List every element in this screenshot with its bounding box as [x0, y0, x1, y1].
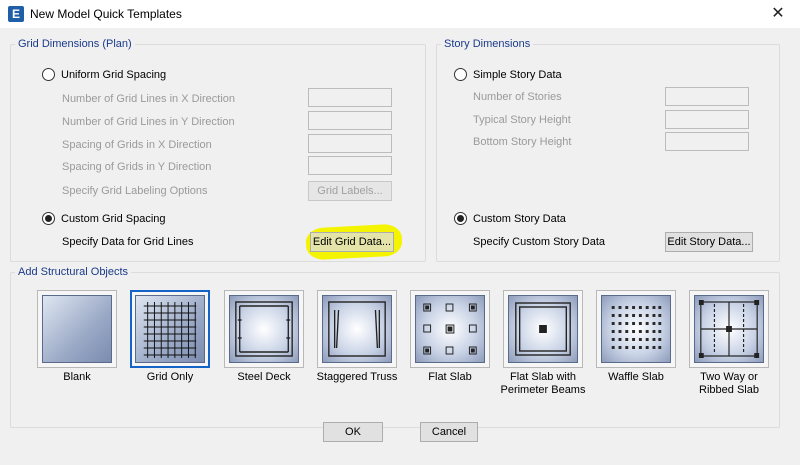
template-tile-flat-slab[interactable]	[410, 290, 490, 368]
close-icon[interactable]: ✕	[756, 0, 800, 28]
dialog-body: Grid Dimensions (Plan) Uniform Grid Spac…	[0, 28, 800, 465]
grid-spacing-y-label: Spacing of Grids in Y Direction	[62, 161, 212, 173]
structural-objects-legend: Add Structural Objects	[18, 266, 129, 278]
grid-lines-y-label: Number of Grid Lines in Y Direction	[62, 116, 235, 128]
grid-spacing-x-field[interactable]	[308, 134, 392, 153]
template-label-steel-deck: Steel Deck	[237, 371, 291, 383]
template-tile-waffle-slab[interactable]	[596, 290, 676, 368]
steel-deck-template-icon	[229, 295, 299, 363]
radio-button[interactable]	[42, 68, 55, 81]
blank-template-icon	[42, 295, 112, 363]
radio-button[interactable]	[454, 68, 467, 81]
template-tile-grid-only[interactable]	[130, 290, 210, 368]
template-label-flat-slab-perimeter-beams: Flat Slab with Perimeter Beams	[500, 371, 586, 396]
grid-lines-y-field[interactable]	[308, 111, 392, 130]
radio-button[interactable]	[42, 212, 55, 225]
bottom-story-height-field[interactable]	[665, 132, 749, 151]
grid-only-template-icon	[135, 295, 205, 363]
custom-story-data-label: Custom Story Data	[473, 212, 566, 225]
template-tile-staggered-truss[interactable]	[317, 290, 397, 368]
number-of-stories-field[interactable]	[665, 87, 749, 106]
flat-slab-template-icon	[415, 295, 485, 363]
specify-grid-data-label: Specify Data for Grid Lines	[62, 236, 194, 248]
ok-button[interactable]: OK	[323, 422, 383, 442]
grid-spacing-x-label: Spacing of Grids in X Direction	[62, 139, 212, 151]
radio-selected-dot	[45, 215, 52, 222]
template-label-flat-slab: Flat Slab	[428, 371, 472, 383]
template-tile-steel-deck[interactable]	[224, 290, 304, 368]
uniform-grid-spacing-radio[interactable]: Uniform Grid Spacing	[42, 68, 166, 81]
waffle-slab-template-icon	[601, 295, 671, 363]
custom-story-data-radio[interactable]: Custom Story Data	[454, 212, 566, 225]
template-label-waffle-slab: Waffle Slab	[608, 371, 664, 383]
title-bar: E New Model Quick Templates ✕	[0, 0, 800, 28]
two-way-ribbed-slab-template-icon	[694, 295, 764, 363]
grid-lines-x-field[interactable]	[308, 88, 392, 107]
flat-slab-perimeter-beams-template-icon	[508, 295, 578, 363]
simple-story-data-label: Simple Story Data	[473, 68, 562, 81]
template-tile-flat-slab-perimeter-beams[interactable]	[503, 290, 583, 368]
simple-story-data-radio[interactable]: Simple Story Data	[454, 68, 562, 81]
grid-labeling-options-label: Specify Grid Labeling Options	[62, 185, 208, 197]
edit-story-data-button[interactable]: Edit Story Data...	[665, 232, 753, 252]
template-tile-two-way-ribbed-slab[interactable]	[689, 290, 769, 368]
template-tile-blank[interactable]	[37, 290, 117, 368]
number-of-stories-label: Number of Stories	[473, 91, 562, 103]
template-label-grid-only: Grid Only	[146, 371, 194, 383]
typical-story-height-field[interactable]	[665, 110, 749, 129]
template-label-two-way-ribbed-slab: Two Way or Ribbed Slab	[699, 371, 759, 396]
bottom-story-height-label: Bottom Story Height	[473, 136, 572, 148]
radio-selected-dot	[457, 215, 464, 222]
etabs-app-icon: E	[8, 6, 24, 22]
grid-labels-button[interactable]: Grid Labels...	[308, 181, 392, 201]
edit-grid-data-button[interactable]: Edit Grid Data...	[310, 232, 394, 252]
radio-button[interactable]	[454, 212, 467, 225]
grid-dimensions-legend: Grid Dimensions (Plan)	[18, 38, 132, 50]
grid-spacing-y-field[interactable]	[308, 156, 392, 175]
grid-lines-x-label: Number of Grid Lines in X Direction	[62, 93, 236, 105]
cancel-button[interactable]: Cancel	[420, 422, 478, 442]
staggered-truss-template-icon	[322, 295, 392, 363]
window-title: New Model Quick Templates	[30, 7, 182, 21]
story-dimensions-legend: Story Dimensions	[444, 38, 531, 50]
custom-grid-spacing-radio[interactable]: Custom Grid Spacing	[42, 212, 166, 225]
template-label-staggered-truss: Staggered Truss	[316, 371, 398, 383]
typical-story-height-label: Typical Story Height	[473, 114, 571, 126]
custom-grid-spacing-label: Custom Grid Spacing	[61, 212, 166, 225]
uniform-grid-spacing-label: Uniform Grid Spacing	[61, 68, 167, 81]
template-label-blank: Blank	[63, 371, 91, 383]
specify-custom-story-data-label: Specify Custom Story Data	[473, 236, 606, 248]
